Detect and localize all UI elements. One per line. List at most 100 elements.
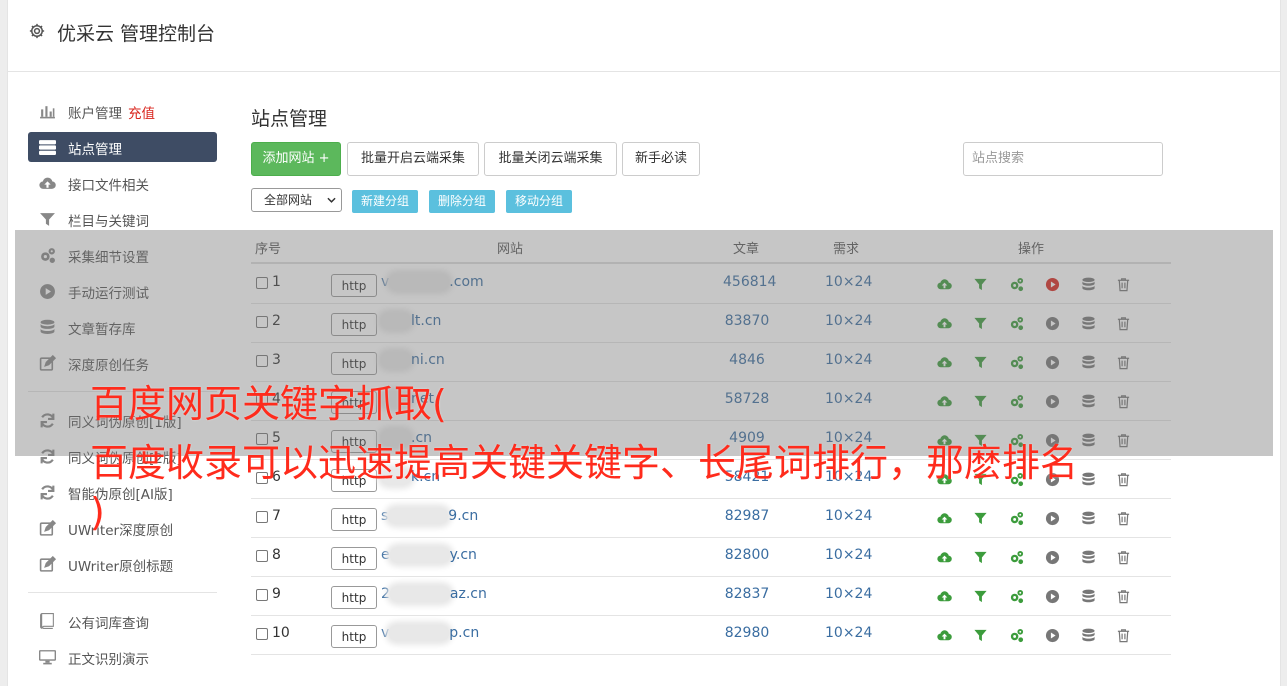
filter-icon	[39, 211, 56, 227]
article-count[interactable]: 82800	[723, 547, 771, 563]
play-icon[interactable]	[1045, 511, 1060, 526]
protocol-badge[interactable]: http	[331, 547, 377, 570]
trash-icon[interactable]	[1116, 511, 1131, 526]
add-site-button[interactable]: 添加网站 +	[251, 142, 341, 176]
sidebar-item-label: 栏目与关键词	[68, 210, 149, 230]
sidebar-item-text: 栏目与关键词	[68, 214, 149, 230]
cloud-upload-icon[interactable]	[937, 628, 952, 643]
filter-icon[interactable]	[973, 550, 988, 565]
edit-icon	[39, 519, 57, 536]
page-title: 站点管理	[251, 108, 328, 130]
site-suffix: 9.cn	[448, 508, 479, 524]
demand-value[interactable]: 10×24	[825, 547, 872, 563]
demand-value[interactable]: 10×24	[825, 625, 872, 641]
redacted-blur	[389, 625, 450, 641]
monitor-icon	[39, 649, 56, 665]
site-link[interactable]: v p.cn	[381, 625, 479, 641]
database-icon[interactable]	[1081, 472, 1096, 487]
cloud-upload-icon[interactable]	[937, 589, 952, 604]
play-icon[interactable]	[1045, 628, 1060, 643]
sidebar-item-text: UWriter原创标题	[68, 559, 174, 575]
row-index: 10	[272, 625, 290, 641]
overlay-line-2: 百度收录可以迅速提高关键关键字、长尾词排行，那麽排名	[90, 441, 1079, 485]
article-count[interactable]: 82837	[723, 586, 771, 602]
play-icon[interactable]	[1045, 550, 1060, 565]
article-count[interactable]: 82987	[723, 508, 771, 524]
trash-icon[interactable]	[1116, 628, 1131, 643]
sidebar-item-text: 接口文件相关	[68, 178, 149, 194]
sidebar-item-2[interactable]: 站点管理	[28, 132, 217, 162]
row-checkbox[interactable]	[256, 589, 268, 601]
redacted-blur	[389, 586, 450, 602]
cogs-icon[interactable]	[1009, 628, 1024, 643]
cogs-icon[interactable]	[1009, 550, 1024, 565]
protocol-badge[interactable]: http	[331, 586, 377, 609]
site-prefix: v	[381, 625, 390, 641]
top-header: 优采云 管理控制台	[8, 0, 1280, 72]
sidebar-item-15[interactable]: 正文识别演示	[28, 642, 217, 672]
guide-button[interactable]: 新手必读	[622, 142, 700, 176]
sidebar-item-12[interactable]: UWriter深度原创	[28, 513, 217, 543]
sidebar-item-text: 正文识别演示	[68, 652, 149, 668]
batch-open-cloud-button[interactable]: 批量开启云端采集	[347, 142, 479, 176]
cloud-upload-icon[interactable]	[937, 511, 952, 526]
protocol-badge[interactable]: http	[331, 625, 377, 648]
trash-icon[interactable]	[1116, 589, 1131, 604]
refresh-icon	[39, 484, 56, 500]
sidebar-item-1[interactable]: 账户管理 充值	[28, 96, 217, 126]
sidebar-item-text: 智能伪原创[AI版]	[68, 487, 173, 503]
group-select-value: 全部网站	[264, 193, 313, 207]
article-count[interactable]: 82980	[723, 625, 771, 641]
gear-icon	[29, 23, 45, 39]
book-icon	[39, 613, 56, 629]
site-link[interactable]: s 9.cn	[381, 508, 478, 524]
sidebar-item-label: 站点管理	[68, 138, 122, 158]
sidebar-item-14[interactable]: 公有词库查询	[28, 606, 217, 636]
recharge-link[interactable]: 充值	[128, 106, 155, 122]
cogs-icon[interactable]	[1009, 511, 1024, 526]
sidebar-item-label: 账户管理 充值	[68, 102, 155, 122]
sidebar-item-3[interactable]: 接口文件相关	[28, 168, 217, 198]
cogs-icon[interactable]	[1009, 589, 1024, 604]
row-index: 9	[272, 586, 281, 602]
database-icon[interactable]	[1081, 550, 1096, 565]
filter-icon[interactable]	[973, 511, 988, 526]
trash-icon[interactable]	[1116, 472, 1131, 487]
protocol-badge[interactable]: http	[331, 508, 377, 531]
site-prefix: s	[381, 508, 389, 524]
move-group-button[interactable]: 移动分组	[506, 190, 573, 213]
group-select[interactable]: 全部网站	[251, 188, 342, 212]
site-link[interactable]: e y.cn	[381, 547, 477, 563]
row-checkbox[interactable]	[256, 550, 268, 562]
overlay-line-1: 百度网页关键字抓取(	[90, 382, 447, 426]
table-row: 8 http e y.cn 82800 10×24	[251, 538, 1171, 577]
batch-close-cloud-button[interactable]: 批量关闭云端采集	[484, 142, 617, 176]
site-prefix: 2	[381, 586, 390, 602]
row-index: 7	[272, 508, 281, 524]
play-icon[interactable]	[1045, 589, 1060, 604]
site-search-input[interactable]: 站点搜索	[963, 142, 1163, 176]
database-icon[interactable]	[1081, 628, 1096, 643]
demand-value[interactable]: 10×24	[825, 586, 872, 602]
filter-icon[interactable]	[973, 589, 988, 604]
row-index: 8	[272, 547, 281, 563]
site-link[interactable]: 2 az.cn	[381, 586, 487, 602]
redacted-blur	[389, 547, 450, 563]
sidebar-item-label: 公有词库查询	[68, 612, 149, 632]
database-icon[interactable]	[1081, 589, 1096, 604]
sidebar-item-text: 账户管理	[68, 106, 122, 122]
server-icon	[39, 139, 56, 155]
row-checkbox[interactable]	[256, 511, 268, 523]
database-icon[interactable]	[1081, 511, 1096, 526]
trash-icon[interactable]	[1116, 550, 1131, 565]
table-row: 7 http s 9.cn 82987 10×24	[251, 499, 1171, 538]
cloud-upload-icon[interactable]	[937, 550, 952, 565]
filter-icon[interactable]	[973, 628, 988, 643]
table-row: 10 http v p.cn 82980 10×24	[251, 616, 1171, 655]
sidebar-item-13[interactable]: UWriter原创标题	[28, 549, 217, 579]
sidebar-item-label: 接口文件相关	[68, 174, 149, 194]
delete-group-button[interactable]: 删除分组	[429, 190, 496, 213]
demand-value[interactable]: 10×24	[825, 508, 872, 524]
new-group-button[interactable]: 新建分组	[352, 190, 419, 213]
row-checkbox[interactable]	[256, 628, 268, 640]
